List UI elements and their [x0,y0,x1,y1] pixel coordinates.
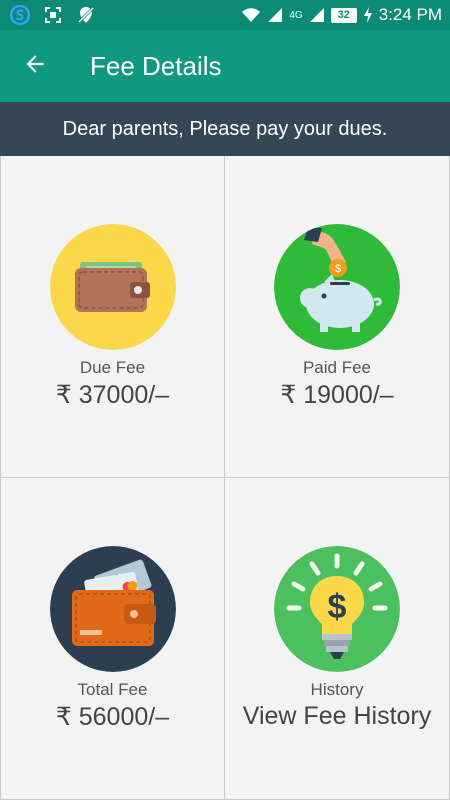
wallet-cards-icon [49,546,176,672]
back-arrow-icon [22,51,48,82]
signal-1-icon [267,7,283,23]
paid-fee-label: Paid Fee [302,358,372,377]
history-tile[interactable]: $ History View Fee History [225,478,450,800]
paid-fee-tile[interactable]: $ Paid Fee ₹ 19000/– [225,156,450,478]
notice-banner: Dear parents, Please pay your dues. [0,102,450,156]
lightbulb-dollar-icon: $ [274,546,400,672]
piggy-bank-icon: $ [274,224,400,350]
back-button[interactable] [0,30,70,102]
svg-text:$: $ [335,263,341,275]
clock: 3:24 PM [378,5,442,24]
total-fee-amount: ₹ 56000/– [55,703,170,731]
page-title: Fee Details [90,50,222,81]
app-bar: Fee Details [0,30,450,102]
svg-text:$: $ [328,588,347,626]
status-bar: 4G 32 3:24 PM [0,0,450,30]
app-s-icon [10,5,30,25]
battery-icon: 32 [330,7,357,23]
wifi-icon [241,7,261,23]
due-fee-label: Due Fee [79,358,146,377]
signal-2-icon [309,7,325,23]
wallet-icon [49,224,176,350]
no-location-icon [76,5,96,25]
fee-tiles-grid: Due Fee ₹ 37000/– $ Paid Fee ₹ 19000/– T… [0,156,450,800]
total-fee-tile[interactable]: Total Fee ₹ 56000/– [0,478,225,800]
notice-text: Dear parents, Please pay your dues. [62,117,388,140]
paid-fee-amount: ₹ 19000/– [280,381,394,409]
due-fee-tile[interactable]: Due Fee ₹ 37000/– [0,156,225,478]
view-fee-history-link[interactable]: View Fee History [225,702,449,731]
total-fee-label: Total Fee [77,680,148,699]
history-label: History [310,680,364,699]
network-type-label: 4G [289,9,303,21]
due-fee-amount: ₹ 37000/– [55,381,170,409]
charging-icon [363,7,373,23]
screenshot-icon [44,6,62,24]
